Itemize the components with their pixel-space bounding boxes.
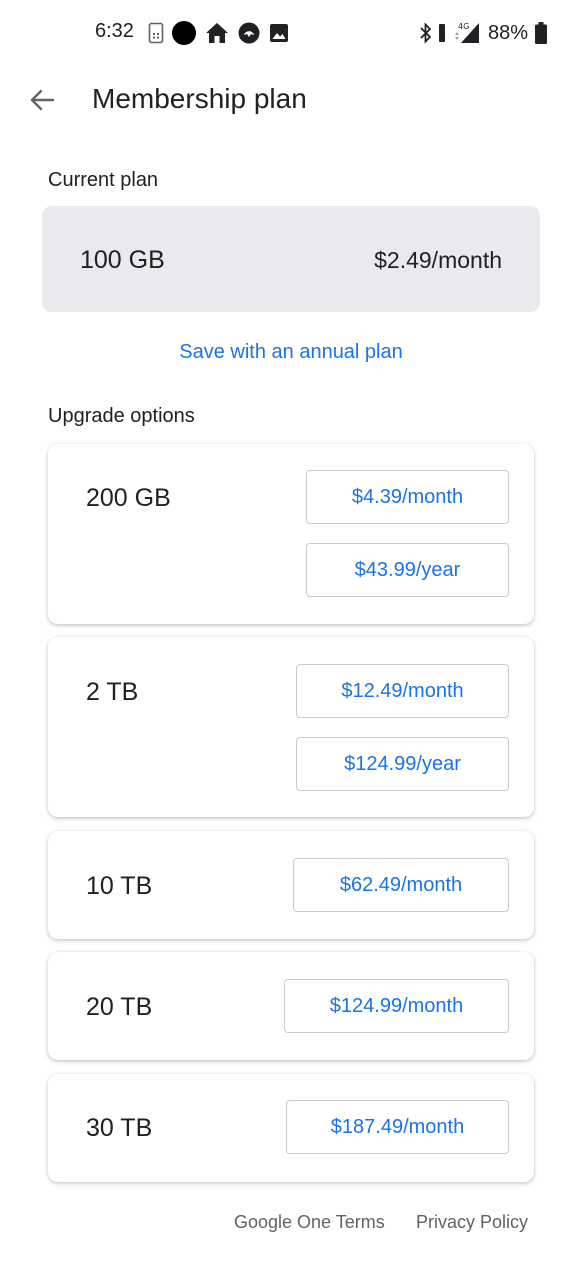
monthly-price-button[interactable]: $187.49/month — [286, 1100, 509, 1154]
plan-size: 2 TB — [86, 678, 139, 706]
plan-size: 200 GB — [86, 484, 171, 512]
plan-card-30tb: 30 TB $187.49/month — [48, 1074, 534, 1182]
system-icons: 4G 88% — [420, 20, 548, 46]
network-type-text: 4G — [458, 22, 469, 31]
status-time: 6:32 — [95, 20, 134, 42]
battery-icon — [535, 22, 547, 44]
current-plan-price: $2.49/month — [374, 247, 502, 273]
yearly-price-button[interactable]: $124.99/year — [296, 737, 509, 791]
home-icon — [206, 23, 228, 43]
app-bar: Membership plan — [0, 66, 582, 132]
phone-storage-icon — [148, 22, 164, 44]
current-plan-size: 100 GB — [80, 246, 165, 274]
plan-size: 30 TB — [86, 1114, 153, 1142]
monthly-price-button[interactable]: $62.49/month — [293, 858, 509, 912]
current-plan-heading: Current plan — [48, 169, 159, 191]
current-plan-card: 100 GB $2.49/month — [42, 206, 540, 312]
notification-icons — [148, 20, 290, 46]
yearly-price-button[interactable]: $43.99/year — [306, 543, 509, 597]
plan-card-10tb: 10 TB $62.49/month — [48, 831, 534, 939]
plan-card-20tb: 20 TB $124.99/month — [48, 952, 534, 1060]
privacy-policy-link[interactable]: Privacy Policy — [416, 1212, 528, 1233]
arrow-back-icon — [30, 89, 55, 111]
app-notification-icon — [238, 22, 260, 44]
upgrade-options-heading: Upgrade options — [48, 405, 195, 427]
annual-plan-link[interactable]: Save with an annual plan — [0, 341, 582, 364]
monthly-price-button[interactable]: $4.39/month — [306, 470, 509, 524]
terms-link[interactable]: Google One Terms — [234, 1212, 385, 1233]
vibrate-icon — [438, 24, 445, 42]
plan-card-2tb: 2 TB $12.49/month $124.99/year — [48, 637, 534, 817]
page-title: Membership plan — [92, 83, 307, 114]
monthly-price-button[interactable]: $124.99/month — [284, 979, 509, 1033]
monthly-price-button[interactable]: $12.49/month — [296, 664, 509, 718]
record-dot-icon — [172, 21, 196, 45]
plan-size: 20 TB — [86, 993, 153, 1021]
plan-size: 10 TB — [86, 872, 153, 900]
back-button[interactable] — [22, 80, 62, 120]
battery-percent: 88% — [487, 21, 528, 44]
signal-4g-icon: 4G — [454, 22, 479, 43]
bluetooth-icon — [420, 22, 432, 44]
plan-card-200gb: 200 GB $4.39/month $43.99/year — [48, 444, 534, 624]
image-icon — [270, 24, 288, 42]
status-bar: 6:32 4G 88% — [0, 0, 582, 66]
